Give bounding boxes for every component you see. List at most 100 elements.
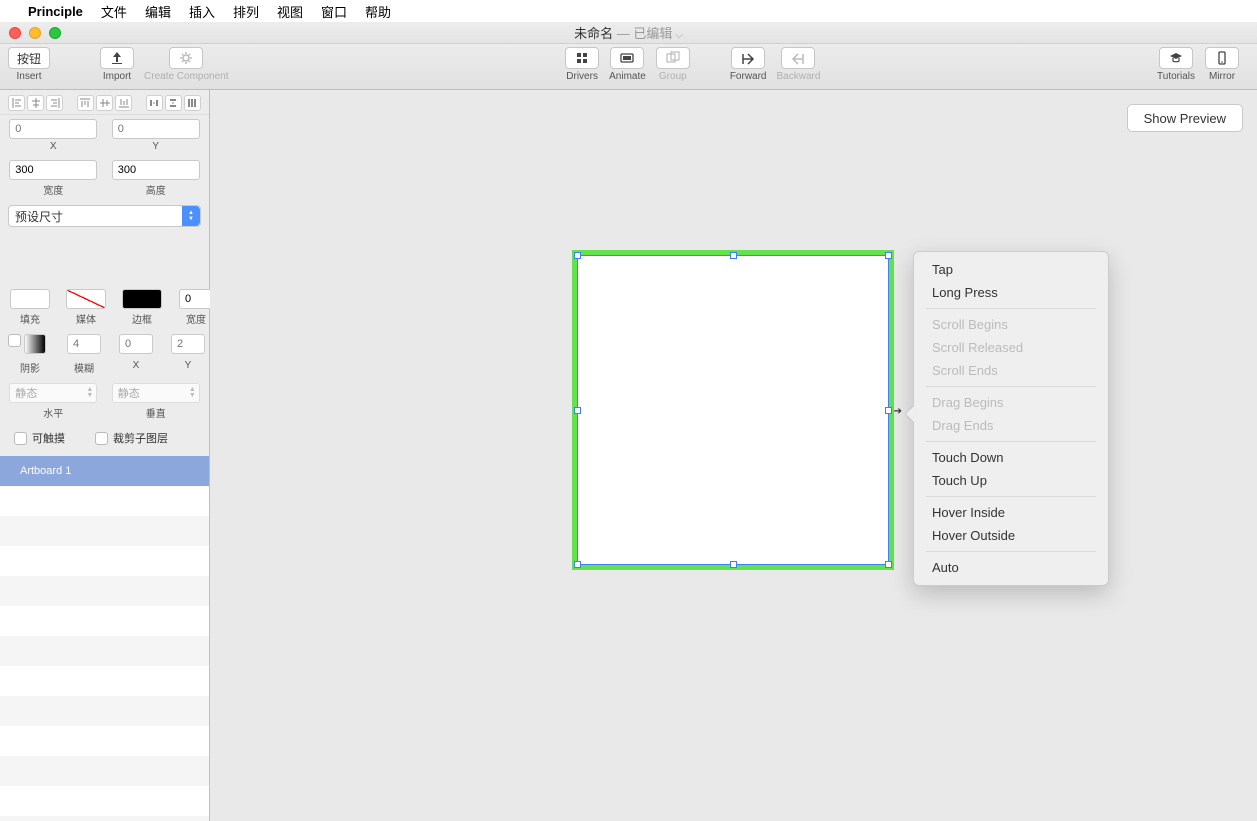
border-width-label: 宽度: [186, 311, 206, 326]
height-input[interactable]: [112, 160, 200, 180]
menu-hover-inside[interactable]: Hover Inside: [914, 501, 1108, 524]
events-menu: Tap Long Press Scroll Begins Scroll Rele…: [913, 251, 1109, 586]
vertical-select[interactable]: 静态▲▼: [112, 383, 200, 403]
close-button[interactable]: [9, 27, 21, 39]
layer-empty: [0, 726, 209, 756]
height-label: 高度: [146, 182, 166, 197]
align-bottom-button[interactable]: [115, 95, 132, 111]
minimize-button[interactable]: [29, 27, 41, 39]
animate-label: Animate: [609, 71, 646, 82]
menu-arrange[interactable]: 排列: [233, 2, 259, 21]
tutorials-icon: [1168, 50, 1184, 66]
layer-empty: [0, 606, 209, 636]
border-swatch[interactable]: [122, 289, 162, 309]
menu-touch-up[interactable]: Touch Up: [914, 469, 1108, 492]
menu-touch-down[interactable]: Touch Down: [914, 446, 1108, 469]
blur-input[interactable]: [67, 334, 101, 354]
blur-label: 模糊: [74, 360, 94, 375]
drivers-icon: [574, 50, 590, 66]
title-chevron-icon[interactable]: ⌵: [675, 30, 683, 41]
resize-handle-se[interactable]: [885, 561, 892, 568]
shadow-x-input[interactable]: [119, 334, 153, 354]
forward-button[interactable]: [731, 47, 765, 69]
preset-size-select[interactable]: 预设尺寸 ▲▼: [8, 205, 201, 227]
shadow-y-input[interactable]: [171, 334, 205, 354]
align-top-button[interactable]: [77, 95, 94, 111]
system-menubar: Principle 文件 编辑 插入 排列 视图 窗口 帮助: [0, 0, 1257, 22]
animate-icon: [619, 50, 635, 66]
menu-scroll-released: Scroll Released: [914, 336, 1108, 359]
media-swatch[interactable]: [66, 289, 106, 309]
forward-label: Forward: [730, 71, 767, 82]
resize-handle-e[interactable]: [885, 407, 892, 414]
gear-icon: [178, 50, 194, 66]
y-input[interactable]: [112, 119, 200, 139]
resize-handle-n[interactable]: [730, 252, 737, 259]
layer-empty: [0, 816, 209, 821]
insert-button[interactable]: 按钮: [8, 47, 50, 69]
artboard[interactable]: ➔: [578, 256, 888, 564]
x-input[interactable]: [9, 119, 97, 139]
align-center-h-button[interactable]: [27, 95, 44, 111]
menu-long-press[interactable]: Long Press: [914, 281, 1108, 304]
drivers-button[interactable]: [565, 47, 599, 69]
mirror-button[interactable]: [1205, 47, 1239, 69]
menu-help[interactable]: 帮助: [365, 2, 391, 21]
document-name: 未命名: [574, 26, 613, 41]
align-row: [0, 90, 209, 115]
menu-window[interactable]: 窗口: [321, 2, 347, 21]
import-button[interactable]: [100, 47, 134, 69]
menu-auto[interactable]: Auto: [914, 556, 1108, 579]
resize-handle-w[interactable]: [574, 407, 581, 414]
canvas[interactable]: Show Preview ➔ Tap Long Press Scroll Beg…: [210, 90, 1257, 821]
layer-empty: [0, 546, 209, 576]
forward-icon: [740, 50, 756, 66]
layer-artboard-1[interactable]: Artboard 1: [0, 456, 209, 486]
distribute-v-button[interactable]: [165, 95, 182, 111]
show-preview-label: Show Preview: [1144, 111, 1226, 126]
menu-view[interactable]: 视图: [277, 2, 303, 21]
resize-handle-ne[interactable]: [885, 252, 892, 259]
menu-separator: [926, 441, 1096, 442]
distribute-spacing-button[interactable]: [184, 95, 201, 111]
menu-hover-outside[interactable]: Hover Outside: [914, 524, 1108, 547]
resize-handle-s[interactable]: [730, 561, 737, 568]
layer-empty: [0, 516, 209, 546]
menu-tap[interactable]: Tap: [914, 258, 1108, 281]
create-component-button[interactable]: [169, 47, 203, 69]
transition-arrow-icon[interactable]: ➔: [894, 406, 902, 417]
clip-checkbox[interactable]: [95, 432, 108, 445]
resize-handle-sw[interactable]: [574, 561, 581, 568]
align-right-button[interactable]: [46, 95, 63, 111]
animate-button[interactable]: [610, 47, 644, 69]
backward-button[interactable]: [781, 47, 815, 69]
shadow-x-label: X: [133, 360, 140, 371]
shadow-checkbox[interactable]: [8, 334, 21, 347]
resize-handle-nw[interactable]: [574, 252, 581, 259]
menu-separator: [926, 386, 1096, 387]
show-preview-button[interactable]: Show Preview: [1127, 104, 1243, 132]
align-center-v-button[interactable]: [96, 95, 113, 111]
group-button[interactable]: [656, 47, 690, 69]
width-input[interactable]: [9, 160, 97, 180]
mirror-icon: [1214, 50, 1230, 66]
align-left-button[interactable]: [8, 95, 25, 111]
touchable-checkbox[interactable]: [14, 432, 27, 445]
menu-scroll-begins: Scroll Begins: [914, 313, 1108, 336]
border-width-input[interactable]: [179, 289, 213, 309]
backward-icon: [790, 50, 806, 66]
menu-edit[interactable]: 编辑: [145, 2, 171, 21]
backward-label: Backward: [777, 71, 821, 82]
layer-empty: [0, 696, 209, 726]
zoom-button[interactable]: [49, 27, 61, 39]
fill-swatch[interactable]: [10, 289, 50, 309]
menu-file[interactable]: 文件: [101, 2, 127, 21]
app-menu[interactable]: Principle: [28, 4, 83, 19]
menu-insert[interactable]: 插入: [189, 2, 215, 21]
mirror-label: Mirror: [1209, 71, 1235, 82]
distribute-h-button[interactable]: [146, 95, 163, 111]
tutorials-button[interactable]: [1159, 47, 1193, 69]
horizontal-select[interactable]: 静态▲▼: [9, 383, 97, 403]
media-label: 媒体: [76, 311, 96, 326]
shadow-color-swatch[interactable]: [24, 334, 46, 354]
